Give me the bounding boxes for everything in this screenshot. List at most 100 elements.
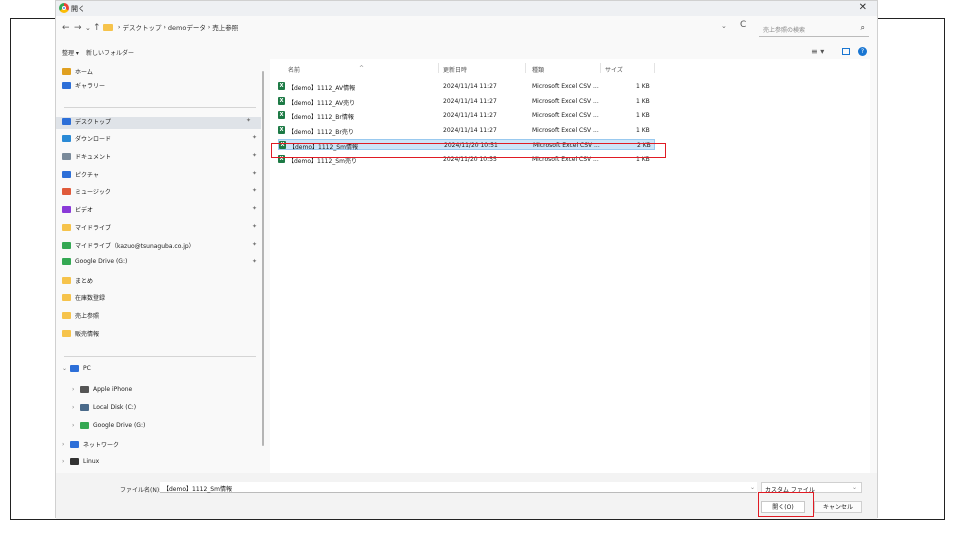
- sidebar-item[interactable]: ギャラリー: [62, 81, 105, 93]
- expand-arrow-icon[interactable]: ›: [62, 441, 70, 448]
- pin-icon[interactable]: ✦: [252, 241, 257, 248]
- sidebar-item[interactable]: 在庫数登録: [62, 293, 105, 305]
- address-dropdown-icon[interactable]: ⌄: [721, 22, 727, 30]
- sidebar-item[interactable]: まとめ: [62, 276, 93, 288]
- sidebar-divider: [64, 107, 256, 108]
- file-name: 【demo】1112_AV情報: [288, 85, 356, 92]
- frame-line-right: [944, 18, 945, 520]
- pin-icon[interactable]: ✦: [252, 205, 257, 212]
- expand-arrow-icon[interactable]: ›: [72, 422, 80, 429]
- folder-icon: [62, 312, 71, 319]
- organize-button[interactable]: 整理 ▾: [62, 48, 79, 57]
- sidebar-item-label: 売上参照: [75, 313, 100, 320]
- forward-arrow-icon[interactable]: →: [74, 23, 82, 33]
- filename-dropdown-icon[interactable]: ⌄: [750, 484, 755, 491]
- pin-icon[interactable]: ✦: [252, 152, 257, 159]
- tree-item[interactable]: › Apple iPhone: [72, 386, 132, 398]
- sidebar-item[interactable]: ビデオ ✦: [62, 205, 257, 217]
- folder-icon: [62, 277, 71, 284]
- sidebar-item[interactable]: Google Drive (G:) ✦: [62, 258, 257, 270]
- picture-icon: [62, 171, 71, 178]
- address-row: ← → ⌄ ↑ › デスクトップ › demoデータ › 売上参照 ⌄ C 売上…: [56, 18, 877, 40]
- file-type: Microsoft Excel CSV ...: [532, 97, 599, 105]
- video-icon: [62, 206, 71, 213]
- expand-arrow-icon[interactable]: ⌄: [62, 365, 70, 372]
- sidebar-scrollbar[interactable]: [262, 71, 264, 446]
- column-date[interactable]: 更新日時: [443, 65, 467, 74]
- help-icon[interactable]: ?: [858, 47, 867, 56]
- column-type[interactable]: 種類: [532, 65, 544, 74]
- view-options-icon[interactable]: ≡ ▾: [811, 47, 824, 56]
- sidebar-item[interactable]: 売上参照: [62, 311, 99, 323]
- close-button[interactable]: ✕: [859, 2, 867, 13]
- file-type: Microsoft Excel CSV ...: [532, 112, 599, 119]
- expand-arrow-icon[interactable]: ›: [62, 458, 70, 465]
- file-row[interactable]: X 【demo】1112_Br売り 2024/11/14 11:27 Microsof…: [278, 125, 655, 136]
- sidebar-item-label: ホーム: [75, 69, 93, 76]
- file-name: 【demo】1112_Br売り: [288, 128, 354, 136]
- iphone-icon: [80, 386, 89, 393]
- sidebar-item-label: マイドライブ（kazuo@tsunaguba.co.jp）: [75, 243, 195, 250]
- chevron-down-icon: ⌄: [851, 484, 857, 491]
- sidebar-item[interactable]: マイドライブ（kazuo@tsunaguba.co.jp） ✦: [62, 241, 257, 253]
- file-row[interactable]: X 【demo】1112_AV売り 2024/11/14 11:27 Microsof…: [278, 96, 655, 107]
- tree-item[interactable]: › Local Disk (C:): [72, 404, 136, 416]
- sidebar-item[interactable]: デスクトップ ✦: [56, 117, 261, 129]
- search-input[interactable]: 売上参照の検索 ⌕: [759, 22, 869, 37]
- disk-icon: [80, 404, 89, 411]
- file-date: 2024/11/14 11:27: [443, 112, 497, 119]
- sidebar-item[interactable]: ダウンロード ✦: [62, 134, 257, 146]
- column-size[interactable]: サイズ: [605, 65, 623, 74]
- open-button-highlight: [758, 492, 814, 517]
- column-name[interactable]: 名前 ^: [288, 65, 364, 74]
- expand-arrow-icon[interactable]: ›: [72, 386, 80, 393]
- tree-item-label: Linux: [83, 458, 100, 465]
- tree-item[interactable]: › Linux: [62, 458, 99, 470]
- breadcrumb-item-sales[interactable]: 売上参照: [212, 24, 238, 32]
- tree-item[interactable]: › ネットワーク: [62, 440, 119, 452]
- sidebar-item[interactable]: ドキュメント ✦: [62, 152, 257, 164]
- pin-icon[interactable]: ✦: [252, 187, 257, 194]
- pin-icon[interactable]: ✦: [252, 223, 257, 230]
- expand-arrow-icon[interactable]: ›: [72, 404, 80, 411]
- breadcrumb-item-desktop[interactable]: デスクトップ: [122, 24, 161, 32]
- new-folder-button[interactable]: 新しいフォルダー: [86, 48, 134, 57]
- up-arrow-icon[interactable]: ↑: [93, 23, 101, 33]
- sidebar-item[interactable]: ホーム: [62, 67, 93, 79]
- pin-icon[interactable]: ✦: [246, 117, 251, 124]
- file-row[interactable]: X 【demo】1112_Br情報 2024/11/14 11:27 Microsof…: [278, 110, 655, 121]
- sidebar-item-label: ミュージック: [75, 189, 111, 196]
- pin-icon[interactable]: ✦: [252, 170, 257, 177]
- file-size: 1 KB: [636, 112, 650, 119]
- document-icon: [62, 153, 71, 160]
- tree-item[interactable]: › Google Drive (G:): [72, 422, 145, 434]
- cancel-button[interactable]: キャンセル: [814, 501, 862, 513]
- linux-icon: [70, 458, 79, 465]
- pin-icon[interactable]: ✦: [252, 258, 257, 265]
- sidebar-item[interactable]: 販売情報: [62, 329, 99, 341]
- sidebar-item[interactable]: ミュージック ✦: [62, 187, 257, 199]
- file-row[interactable]: X 【demo】1112_AV情報 2024/11/14 11:27 Microsof…: [278, 81, 655, 92]
- sidebar-item[interactable]: マイドライブ ✦: [62, 223, 257, 235]
- sidebar-item-label: 販売情報: [75, 331, 100, 338]
- tree-item[interactable]: ⌄ PC: [62, 365, 91, 377]
- column-divider[interactable]: [600, 63, 601, 73]
- refresh-icon[interactable]: C: [740, 20, 746, 30]
- recent-locations-icon[interactable]: ⌄: [85, 24, 91, 32]
- preview-pane-icon[interactable]: [842, 48, 850, 55]
- sidebar-item[interactable]: ピクチャ ✦: [62, 170, 257, 182]
- music-icon: [62, 188, 71, 195]
- breadcrumb-sep: ›: [163, 23, 166, 31]
- back-arrow-icon[interactable]: ←: [62, 23, 70, 33]
- column-divider[interactable]: [438, 63, 439, 73]
- filename-input[interactable]: 【demo】1112_Sm情報: [160, 482, 757, 493]
- tree-item-label: Apple iPhone: [93, 386, 133, 393]
- pin-icon[interactable]: ✦: [252, 134, 257, 141]
- file-date: 2024/11/14 11:27: [443, 83, 497, 90]
- column-divider[interactable]: [654, 63, 655, 73]
- breadcrumb-item-demo-data[interactable]: demoデータ: [168, 24, 206, 32]
- column-divider[interactable]: [525, 63, 526, 73]
- address-bar[interactable]: › デスクトップ › demoデータ › 売上参照: [103, 22, 793, 36]
- excel-csv-icon: X: [278, 82, 285, 90]
- open-file-dialog: 開く ✕ ← → ⌄ ↑ › デスクトップ › demoデータ › 売上参照 ⌄…: [55, 0, 878, 519]
